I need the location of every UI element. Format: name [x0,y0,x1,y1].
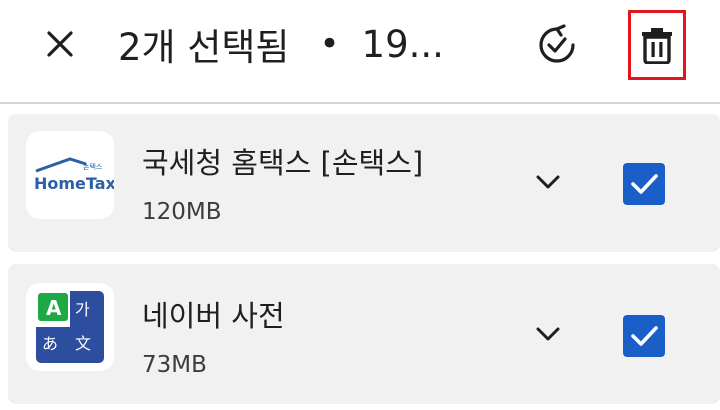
selected-count: 2개 선택됨 [118,26,290,69]
hometax-icon: 손택스 HomeTax [26,131,114,219]
chevron-down-icon [536,175,560,189]
close-icon [47,31,73,57]
app-list-item[interactable]: 손택스 HomeTax 국세청 홈택스 [손택스] 120MB [8,114,720,252]
check-icon [631,326,658,346]
app-list-item[interactable]: A 가 あ 文 네이버 사전 73MB [8,264,720,404]
expand-button[interactable] [526,312,570,356]
title-separator: • [319,24,340,64]
total-size: 19... [361,22,444,66]
glyph-a: A [46,296,62,320]
expand-button[interactable] [526,160,570,204]
check-icon [631,174,658,194]
trash-icon [642,28,672,64]
select-checkbox[interactable] [623,315,665,357]
hometax-small-label: 손택스 [83,162,103,171]
glyph-ga: 가 [75,300,90,319]
naver-dictionary-icon: A 가 あ 文 [26,283,114,371]
select-checkbox[interactable] [623,163,665,205]
delete-button[interactable] [628,10,686,80]
sync-check-button[interactable] [532,20,582,70]
chevron-down-icon [536,327,560,341]
hometax-label: HomeTax [34,174,114,193]
app-name: 국세청 홈택스 [손택스] [142,146,424,180]
selection-title: 2개 선택됨 • 19... [118,16,444,72]
glyph-a-jp: あ [42,334,58,353]
close-button[interactable] [38,22,82,66]
app-name: 네이버 사전 [142,299,285,333]
app-size: 73MB [142,352,207,378]
top-app-bar: 2개 선택됨 • 19... [0,0,720,104]
glyph-wen: 文 [75,334,91,353]
app-size: 120MB [142,199,222,225]
sync-check-icon [539,24,575,63]
